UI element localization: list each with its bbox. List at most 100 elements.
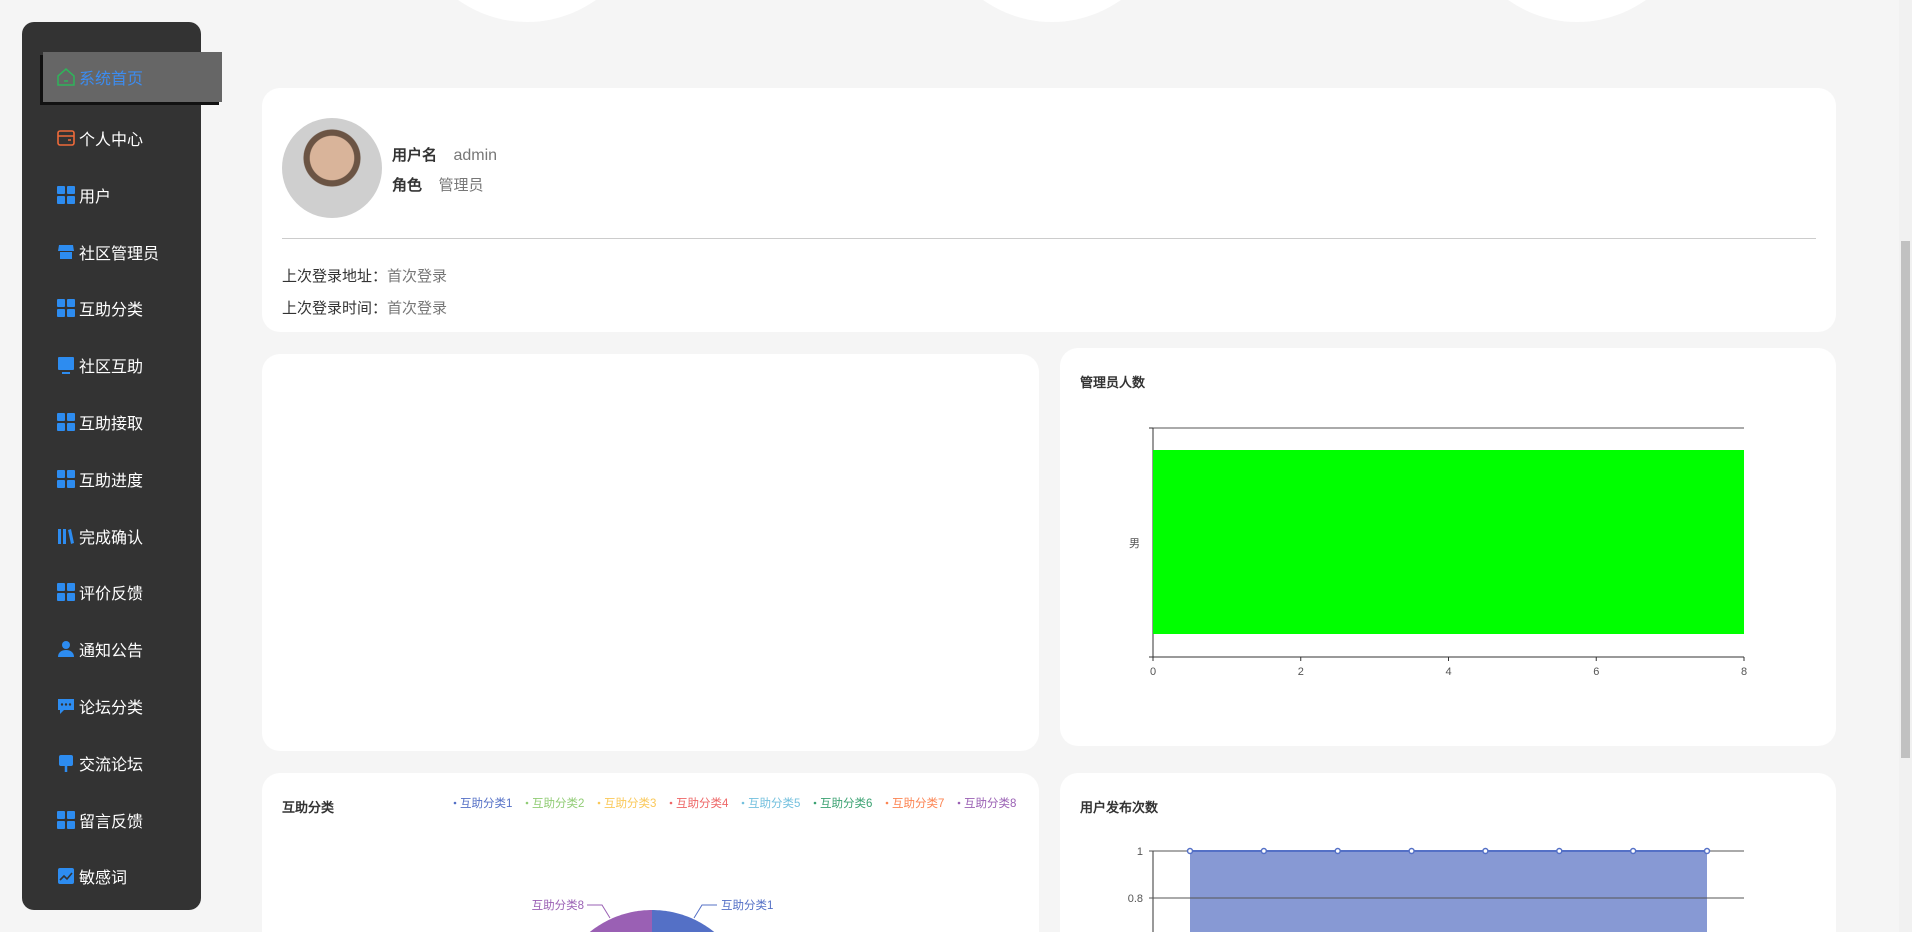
grid-icon — [56, 185, 76, 205]
sidebar-item-0[interactable]: 系统首页 — [43, 52, 222, 102]
user-posts-chart: 10.8 — [1128, 846, 1744, 932]
last-login-time-value: 首次登录 — [387, 300, 448, 317]
sidebar-item-label: 互助分类 — [79, 302, 144, 320]
data-point — [1703, 847, 1711, 855]
grid-icon — [56, 582, 76, 602]
sidebar-item-7[interactable]: 互助进度 — [22, 454, 201, 504]
divider — [282, 238, 1816, 239]
sidebar-item-6[interactable]: 互助接取 — [22, 397, 201, 447]
y-category-label: 男 — [1129, 538, 1140, 550]
admin-count-card: 管理员人数 02468男 — [1060, 348, 1836, 746]
sidebar-item-label: 个人中心 — [79, 132, 144, 149]
data-point — [1482, 847, 1489, 855]
sidebar-item-11[interactable]: 论坛分类 — [22, 681, 201, 731]
grid-icon — [56, 469, 76, 489]
pie-slice-8 — [589, 910, 652, 932]
wallet-icon — [56, 128, 76, 148]
sidebar-item-12[interactable]: 交流论坛 — [22, 738, 201, 788]
trend-icon — [56, 866, 76, 886]
legend-item-6: 互助分类6 — [820, 796, 872, 810]
sidebar-item-label: 完成确认 — [79, 529, 144, 547]
pie-slice-1 — [652, 910, 715, 932]
bg-decoration — [930, 0, 1174, 22]
username-value: admin — [453, 147, 498, 164]
pin-icon — [56, 753, 76, 773]
legend-item-1: 互助分类1 — [460, 796, 512, 810]
sidebar-item-label: 敏感词 — [79, 870, 128, 888]
data-point — [1408, 847, 1415, 855]
scrollbar-thumb[interactable] — [1901, 241, 1910, 758]
sidebar-item-label: 通知公告 — [79, 643, 144, 661]
legend-marker — [669, 801, 673, 805]
legend-marker — [813, 801, 817, 805]
help-category-chart: 互助分类1 互助分类2 互助分类3 互助分类4 互助分类5 互助分类6 互助分类7 互助分类8… — [453, 796, 1016, 932]
sidebar-item-10[interactable]: 通知公告 — [22, 624, 201, 674]
bar-男 — [1153, 450, 1744, 634]
legend-item-4: 互助分类4 — [676, 796, 729, 810]
legend-item-8: 互助分类8 — [964, 796, 1016, 810]
chat-icon — [56, 696, 76, 716]
x-tick-label: 0 — [1150, 666, 1156, 678]
sidebar-item-9[interactable]: 评价反馈 — [22, 567, 201, 617]
books-icon — [56, 526, 76, 546]
monitor-icon — [56, 355, 76, 375]
legend-item-3: 互助分类3 — [604, 796, 656, 810]
sidebar-item-label: 交流论坛 — [79, 756, 144, 774]
last-login-time-label: 上次登录时间： — [282, 300, 388, 317]
data-point — [1629, 847, 1637, 855]
empty-card — [262, 354, 1039, 751]
sidebar-item-5[interactable]: 社区互助 — [22, 340, 201, 390]
sidebar-item-label: 系统首页 — [79, 71, 144, 88]
y-tick-label: 1 — [1137, 846, 1143, 858]
scrollbar[interactable] — [1899, 0, 1912, 932]
user-icon — [56, 639, 76, 659]
home-icon — [56, 67, 76, 87]
data-point — [1260, 847, 1268, 855]
x-tick-label: 2 — [1298, 666, 1304, 678]
sidebar-item-label: 互助接取 — [79, 416, 144, 433]
sidebar-item-label: 社区互助 — [79, 359, 144, 377]
sidebar-item-label: 评价反馈 — [79, 586, 144, 604]
y-tick-label: 0.8 — [1128, 893, 1143, 905]
area-fill — [1190, 851, 1707, 932]
x-tick-label: 8 — [1741, 666, 1747, 678]
shop-icon — [56, 242, 76, 262]
admin-count-chart: 0 2 4 6 8 男 — [1129, 427, 1747, 678]
legend-item-5: 互助分类5 — [748, 796, 800, 810]
last-login-address-label: 上次登录地址： — [282, 268, 388, 285]
sidebar-item-1[interactable]: 个人中心 — [22, 113, 201, 163]
sidebar-item-label: 论坛分类 — [79, 700, 144, 717]
legend-marker — [453, 801, 457, 805]
sidebar-item-4[interactable]: 互助分类 — [22, 283, 201, 333]
grid-icon — [56, 412, 76, 432]
sidebar-item-14[interactable]: 敏感词 — [22, 851, 201, 901]
legend-marker — [597, 801, 601, 805]
legend-item-7: 互助分类7 — [892, 796, 944, 810]
grid-icon — [56, 810, 76, 830]
x-tick-label: 6 — [1593, 666, 1599, 678]
last-login-address-value: 首次登录 — [387, 268, 448, 285]
sidebar-item-label: 留言反馈 — [79, 813, 144, 831]
sidebar-item-label: 互助进度 — [79, 472, 144, 490]
data-point — [1556, 847, 1563, 855]
slice-label-1: 互助分类1 — [721, 898, 773, 912]
sidebar-item-label: 社区管理员 — [79, 245, 160, 263]
user-posts-card: 用户发布次数 1 0.8 — [1060, 773, 1836, 932]
data-point — [1186, 847, 1194, 855]
role-value: 管理员 — [438, 177, 484, 194]
legend-marker — [525, 801, 529, 805]
sidebar-item-13[interactable]: 留言反馈 — [22, 795, 201, 845]
bg-decoration — [1455, 0, 1699, 22]
sidebar-item-2[interactable]: 用户 — [22, 170, 201, 220]
help-category-card: 互助分类 互助分类1 互助分类2 互助分类3 互助分类4 互助分类5 互助分类6 互助分类7… — [262, 773, 1039, 932]
grid-icon — [56, 298, 76, 318]
sidebar: 系统首页个人中心用户社区管理员互助分类社区互助互助接取互助进度完成确认评价反馈通… — [22, 22, 222, 910]
legend-marker — [957, 801, 961, 805]
role-label: 角色 — [392, 177, 423, 194]
sidebar-item-8[interactable]: 完成确认 — [22, 511, 201, 561]
data-point — [1334, 847, 1341, 855]
sidebar-item-3[interactable]: 社区管理员 — [22, 227, 201, 277]
slice-label-8: 互助分类8 — [532, 898, 584, 912]
legend-marker — [885, 801, 889, 805]
user-info-card: 用户名 admin 角色 管理员 上次登录地址：首次登录 上次登录时间：首次登录 — [262, 88, 1836, 332]
